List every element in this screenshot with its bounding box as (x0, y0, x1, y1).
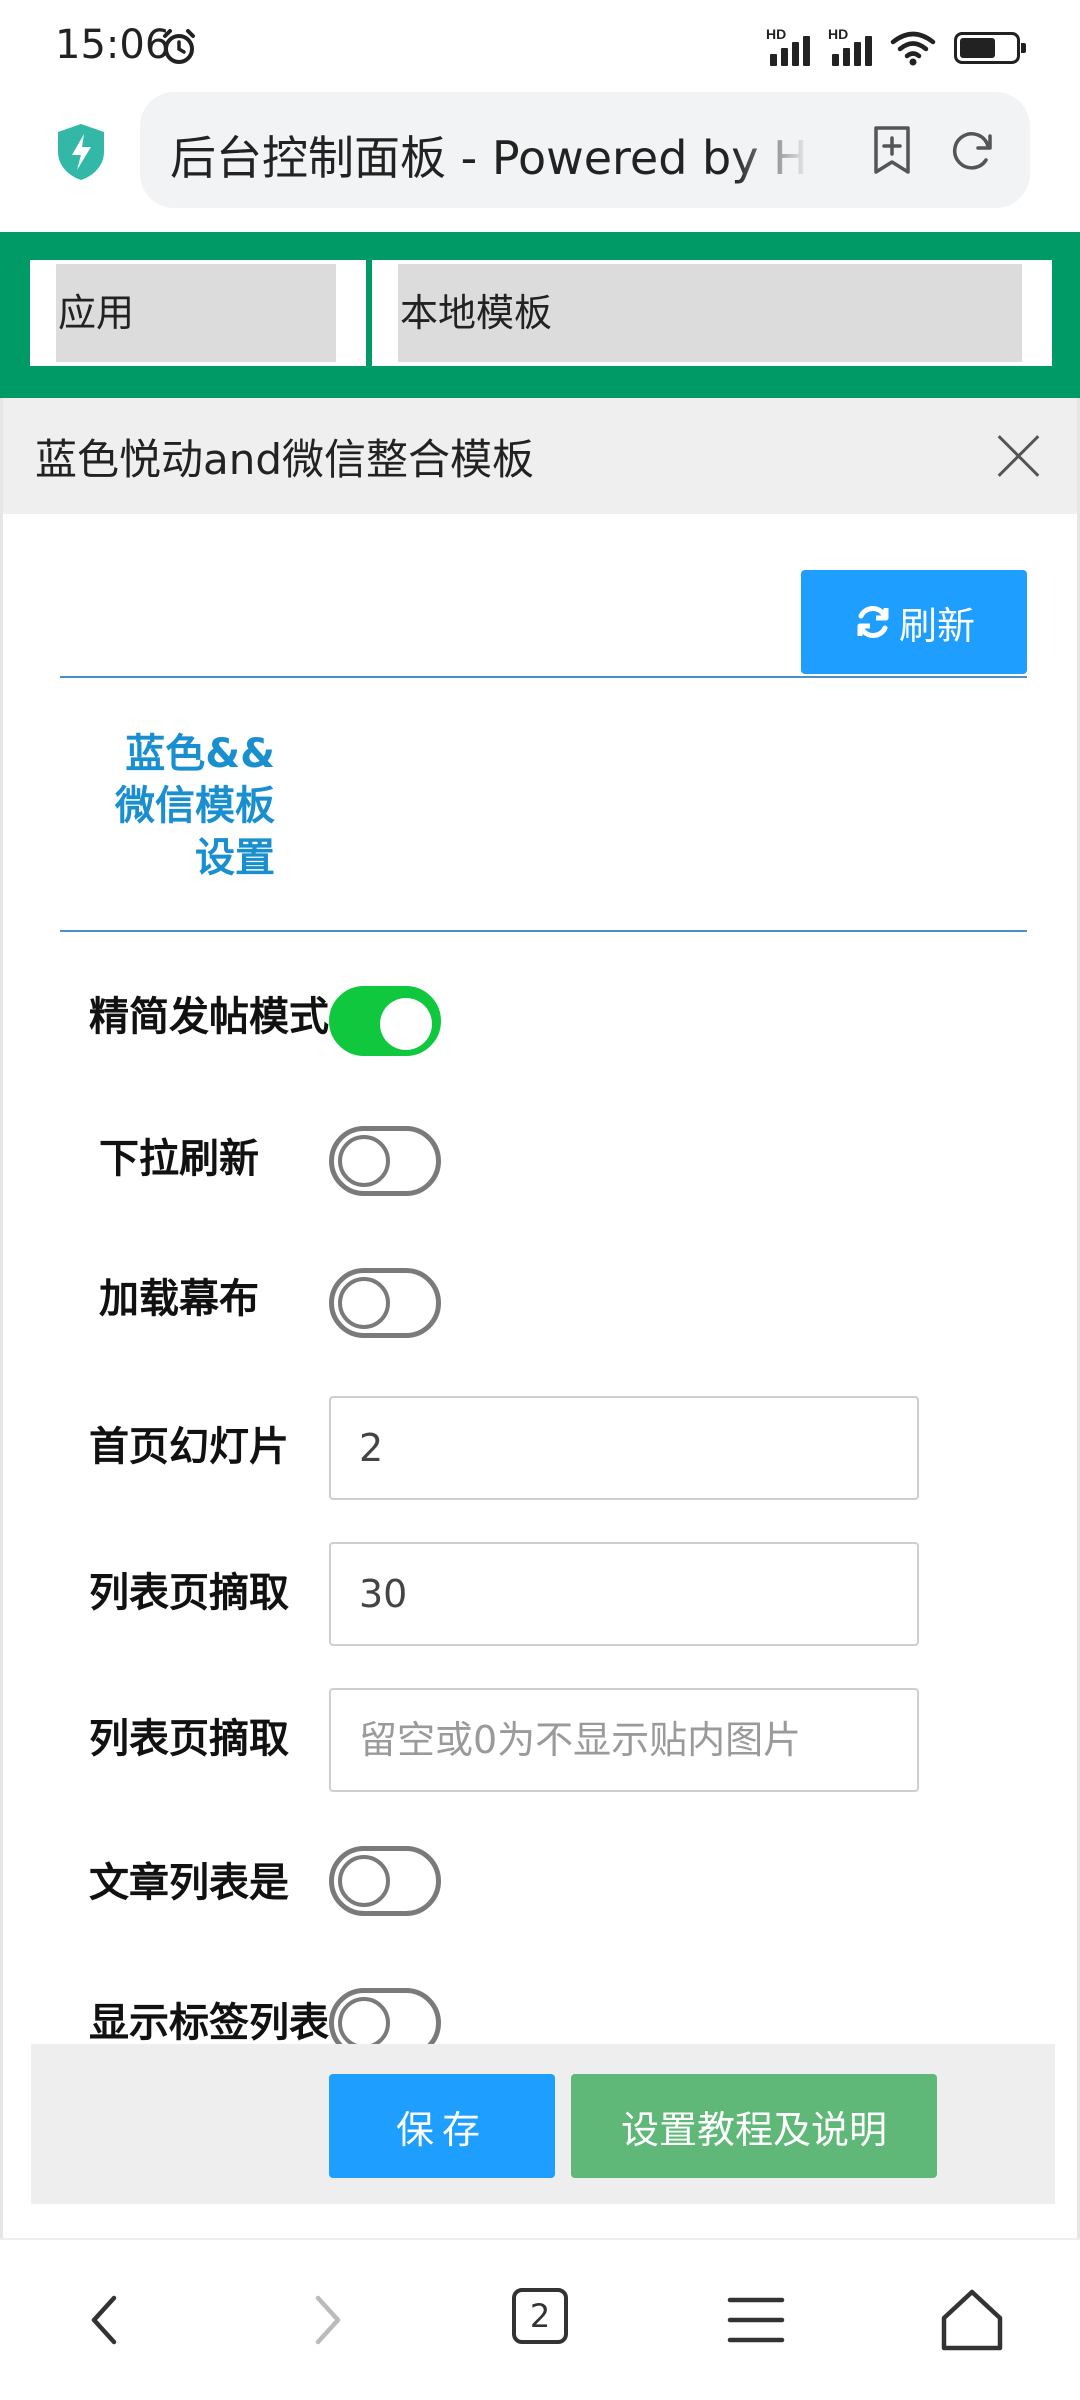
divider (60, 930, 1027, 932)
setting-label-home-slides: 首页幻灯片 (89, 1424, 289, 1470)
browser-toolbar: 后台控制面板 - Powered by H (0, 92, 1080, 232)
divider (60, 676, 1027, 678)
setting-label-article-list: 文章列表是 (89, 1860, 289, 1906)
save-button[interactable]: 保存 (329, 2074, 555, 2178)
setting-label-compact-post: 精简发帖模式 (89, 994, 329, 1040)
tab-local-templates[interactable]: 本地模板 (372, 260, 1052, 366)
refresh-label: 刷新 (898, 603, 975, 648)
dialog-footer: 保存 设置教程及说明 (31, 2044, 1055, 2204)
setting-label-list-images: 列表页摘取 (89, 1716, 289, 1762)
status-time: 15:06 (55, 22, 171, 68)
status-icons: HD HD (766, 26, 1026, 68)
address-bar[interactable]: 后台控制面板 - Powered by H (140, 92, 1030, 208)
dialog-header: 蓝色悦动and微信整合模板 (3, 398, 1077, 514)
setting-label-loading-curtain: 加载幕布 (99, 1276, 259, 1322)
wifi-icon (890, 31, 936, 66)
refresh-button[interactable]: 刷新 (801, 570, 1027, 674)
list-images-input[interactable] (329, 1688, 919, 1792)
app-header: 应用 本地模板 (0, 232, 1080, 398)
template-settings-dialog: 蓝色悦动and微信整合模板 刷新 蓝色&& 微信模板 设置 精简发帖模式 下拉刷… (0, 398, 1080, 2238)
url-text[interactable]: 后台控制面板 - Powered by H (170, 122, 810, 188)
home-icon[interactable] (932, 2280, 1012, 2360)
home-slides-input[interactable] (329, 1396, 919, 1500)
tab-label[interactable]: 本地模板 (398, 264, 1022, 362)
back-icon[interactable] (66, 2280, 146, 2360)
hd-signal-icon: HD (766, 26, 818, 66)
refresh-icon (857, 606, 889, 638)
status-bar: 15:06 HD HD (0, 0, 1080, 92)
setting-label-list-excerpt: 列表页摘取 (89, 1570, 289, 1616)
pull-refresh-toggle[interactable] (329, 1126, 441, 1196)
forward-icon[interactable] (286, 2280, 366, 2360)
close-icon[interactable] (997, 434, 1041, 478)
dialog-title: 蓝色悦动and微信整合模板 (35, 435, 535, 484)
tab-label[interactable]: 应用 (56, 264, 336, 362)
reload-icon[interactable] (946, 124, 998, 176)
list-excerpt-input[interactable] (329, 1542, 919, 1646)
battery-icon (954, 32, 1026, 64)
setting-label-tag-list: 显示标签列表 (89, 2000, 329, 2046)
compact-post-toggle[interactable] (329, 986, 441, 1056)
article-list-toggle[interactable] (329, 1846, 441, 1916)
shield-icon[interactable] (55, 122, 107, 182)
section-title: 蓝色&& 微信模板 设置 (115, 731, 275, 881)
settings-guide-button[interactable]: 设置教程及说明 (571, 2074, 937, 2178)
browser-bottom-nav: 2 (0, 2238, 1080, 2400)
menu-icon[interactable] (716, 2280, 796, 2360)
bookmark-add-icon[interactable] (866, 124, 918, 176)
tab-apps[interactable]: 应用 (30, 260, 366, 366)
setting-label-pull-refresh: 下拉刷新 (99, 1136, 259, 1182)
tabs-icon[interactable]: 2 (512, 2288, 568, 2344)
hd-signal-icon: HD (828, 26, 880, 66)
alarm-icon (163, 29, 195, 64)
loading-curtain-toggle[interactable] (329, 1268, 441, 1338)
